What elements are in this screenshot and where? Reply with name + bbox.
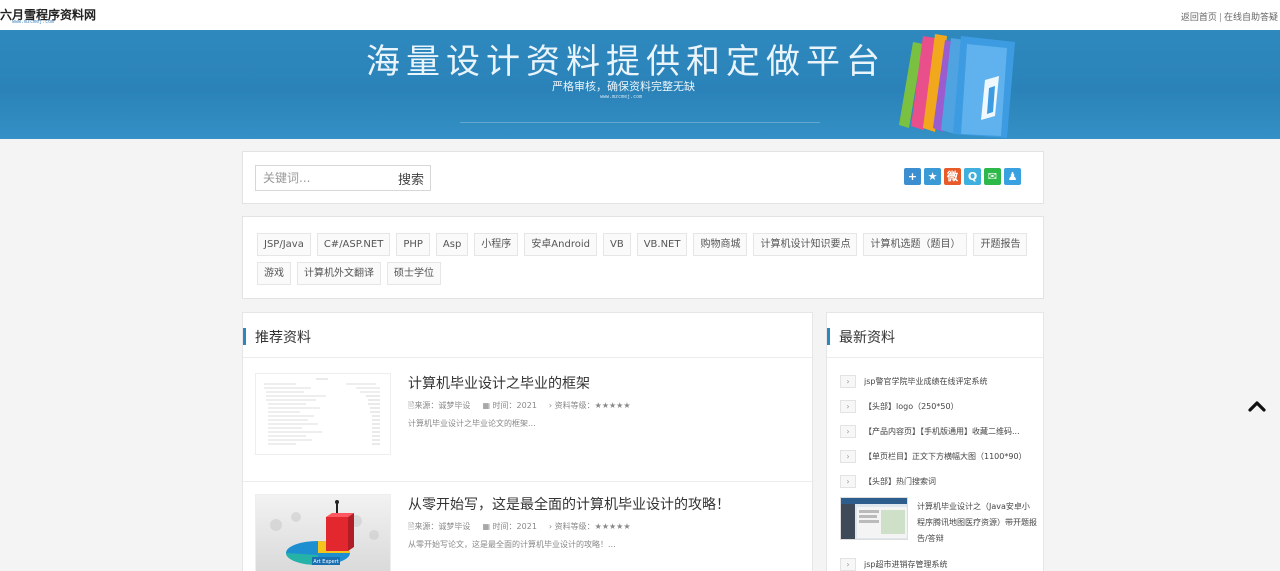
article-meta: 🖹来源：诚梦毕设 ▦ 时间：2021 › 资料等级：★★★★★	[408, 521, 631, 535]
search-input[interactable]	[256, 166, 388, 190]
category-tag[interactable]: 开题报告	[973, 233, 1028, 256]
category-tag[interactable]: 计算机设计知识要点	[753, 233, 858, 256]
chevron-right-icon: ›	[840, 400, 856, 413]
chevron-right-icon: ›	[840, 558, 856, 571]
article-meta: 🖹来源：诚梦毕设 ▦ 时间：2021 › 资料等级：★★★★★	[408, 400, 631, 414]
home-link[interactable]: 返回首页	[1181, 13, 1217, 23]
search-button[interactable]: 搜索	[398, 169, 424, 188]
header-accent-bar	[827, 328, 830, 345]
top-bar: 六月雪程序资料网 www.mzcmej.com 返回首页 | 在线自助答疑	[0, 0, 1280, 30]
chevron-right-icon: ›	[840, 450, 856, 463]
latest-list-item[interactable]: › 【头部】热门搜索词	[840, 469, 1040, 494]
article-excerpt: 计算机毕业设计之毕业论文的框架...	[408, 419, 536, 428]
article-thumbnail[interactable]	[255, 373, 391, 455]
article-title[interactable]: 从零开始写，这是最全面的计算机毕业设计的攻略！	[408, 494, 730, 514]
site-logo-url: www.mzcmej.com	[12, 19, 55, 25]
books-illustration	[899, 34, 1015, 138]
article-level: › 资料等级：★★★★★	[548, 522, 631, 531]
latest-item-title[interactable]: 【产品内容页】【手机版通用】收藏二维码...	[864, 426, 1040, 437]
latest-item-title[interactable]: jsp超市进销存管理系统	[864, 559, 1040, 570]
latest-feature-item[interactable]: 计算机毕业设计之（Java安卓小程序腾讯地图医疗资源）带开题报告/答辩	[840, 497, 1040, 552]
latest-list-item[interactable]: › jsp警官学院毕业成绩在线评定系统	[840, 369, 1040, 394]
category-tag[interactable]: 购物商城	[693, 233, 748, 256]
wechat-icon[interactable]: ✉	[984, 168, 1001, 185]
plus-icon[interactable]: +	[904, 168, 921, 185]
latest-feature-text[interactable]: 计算机毕业设计之（Java安卓小程序腾讯地图医疗资源）带开题报告/答辩	[917, 499, 1037, 547]
share-toolbar: + ★ 微 Q ✉ ♟	[904, 168, 1021, 185]
banner-divider	[460, 122, 820, 123]
recommended-header: 推荐资料	[243, 313, 812, 358]
article-divider	[243, 481, 814, 482]
category-tag[interactable]: 硕士学位	[387, 262, 441, 285]
latest-list-item[interactable]: › jsp超市进销存管理系统	[840, 552, 1040, 571]
recommended-panel: 推荐资料 计算机毕业设计之毕业的框架 🖹来源：诚梦毕设 ▦ 时间：2021 › …	[242, 312, 814, 571]
weibo-icon[interactable]: 微	[944, 168, 961, 185]
category-tag[interactable]: 小程序	[474, 233, 519, 256]
category-tag[interactable]: 安卓Android	[524, 233, 597, 256]
calendar-icon: ▦	[482, 401, 493, 410]
article-item[interactable]: 计算机毕业设计之毕业的框架 🖹来源：诚梦毕设 ▦ 时间：2021 › 资料等级：…	[255, 373, 803, 473]
chevron-right-icon: ›	[840, 375, 856, 388]
article-item[interactable]: Art Expert 从零开始写，这是最全面的计算机毕业设计的攻略！ 🖹来源：诚…	[255, 494, 803, 571]
recommended-title: 推荐资料	[255, 330, 311, 346]
category-tag[interactable]: VB.NET	[636, 233, 688, 256]
top-link-separator: |	[1218, 13, 1222, 23]
category-tag[interactable]: C#/ASP.NET	[316, 233, 391, 256]
latest-item-title[interactable]: jsp警官学院毕业成绩在线评定系统	[864, 376, 1040, 387]
latest-list-item[interactable]: › 【单页栏目】正文下方横幅大图（1100*90）	[840, 444, 1040, 469]
latest-panel: 最新资料 › jsp警官学院毕业成绩在线评定系统 › 【头部】logo（250*50）…	[826, 312, 1044, 571]
star-icon[interactable]: ★	[924, 168, 941, 185]
category-tag[interactable]: 游戏	[257, 262, 291, 285]
article-time: ▦ 时间：2021	[482, 401, 537, 410]
article-time: ▦ 时间：2021	[482, 522, 537, 531]
banner-title: 海量设计资料提供和定做平台	[366, 42, 886, 82]
hero-banner: 海量设计资料提供和定做平台 严格审核，确保资料完整无缺 www.mzcmej.c…	[0, 30, 1280, 139]
article-level: › 资料等级：★★★★★	[548, 401, 631, 410]
chevron-right-icon: ›	[840, 425, 856, 438]
category-tag[interactable]: PHP	[396, 233, 430, 256]
header-accent-bar	[243, 328, 246, 345]
search-panel: 搜索 +★微Q✉♟	[242, 151, 1044, 204]
chevron-right-icon: ›	[840, 475, 856, 488]
latest-list: › jsp警官学院毕业成绩在线评定系统 › 【头部】logo（250*50） › 【产品内…	[840, 369, 1040, 571]
article-thumbnail[interactable]: Art Expert	[255, 494, 391, 571]
latest-list-item[interactable]: › 【产品内容页】【手机版通用】收藏二维码...	[840, 419, 1040, 444]
category-tags-panel: JSP/Java C#/ASP.NET PHP Asp 小程序 安卓Android VB VB…	[242, 216, 1044, 299]
banner-subtitle: 严格审核，确保资料完整无缺	[552, 80, 695, 93]
qzone-icon[interactable]: Q	[964, 168, 981, 185]
qq-icon[interactable]: ♟	[1004, 168, 1021, 185]
latest-item-title[interactable]: 【头部】热门搜索词	[864, 476, 1040, 487]
calendar-icon: ▦	[482, 522, 493, 531]
latest-feature-thumbnail[interactable]	[840, 497, 908, 540]
latest-item-title[interactable]: 【头部】logo（250*50）	[864, 401, 1040, 412]
search-form: 搜索	[255, 165, 431, 191]
category-tag[interactable]: JSP/Java	[257, 233, 311, 256]
banner-url: www.mzcmej.com	[600, 94, 643, 100]
thumb-caption: Art Expert	[313, 559, 338, 565]
category-tag[interactable]: 计算机外文翻译	[297, 262, 381, 285]
latest-header: 最新资料	[827, 313, 1043, 358]
article-title[interactable]: 计算机毕业设计之毕业的框架	[408, 373, 590, 393]
latest-title: 最新资料	[839, 330, 895, 346]
category-tag[interactable]: VB	[602, 233, 631, 256]
top-links: 返回首页 | 在线自助答疑	[1181, 10, 1278, 23]
back-to-top-icon[interactable]	[1247, 396, 1267, 416]
article-source: 🖹来源：诚梦毕设	[408, 401, 471, 410]
latest-list-item[interactable]: › 【头部】logo（250*50）	[840, 394, 1040, 419]
category-tag[interactable]: 计算机选题（题目）	[863, 233, 968, 256]
screenshot-thumbnail-image	[841, 498, 907, 539]
article-source: 🖹来源：诚梦毕设	[408, 522, 471, 531]
category-tag[interactable]: Asp	[435, 233, 469, 256]
category-tags: JSP/Java C#/ASP.NET PHP Asp 小程序 安卓Android VB VB…	[257, 233, 1037, 285]
latest-item-title[interactable]: 【单页栏目】正文下方横幅大图（1100*90）	[864, 451, 1040, 462]
chart-3d-image: Art Expert	[256, 495, 390, 571]
document-preview-icon	[256, 374, 390, 454]
article-excerpt: 从零开始写论文，这是最全面的计算机毕业设计的攻略！...	[408, 540, 616, 549]
help-link[interactable]: 在线自助答疑	[1224, 13, 1278, 23]
